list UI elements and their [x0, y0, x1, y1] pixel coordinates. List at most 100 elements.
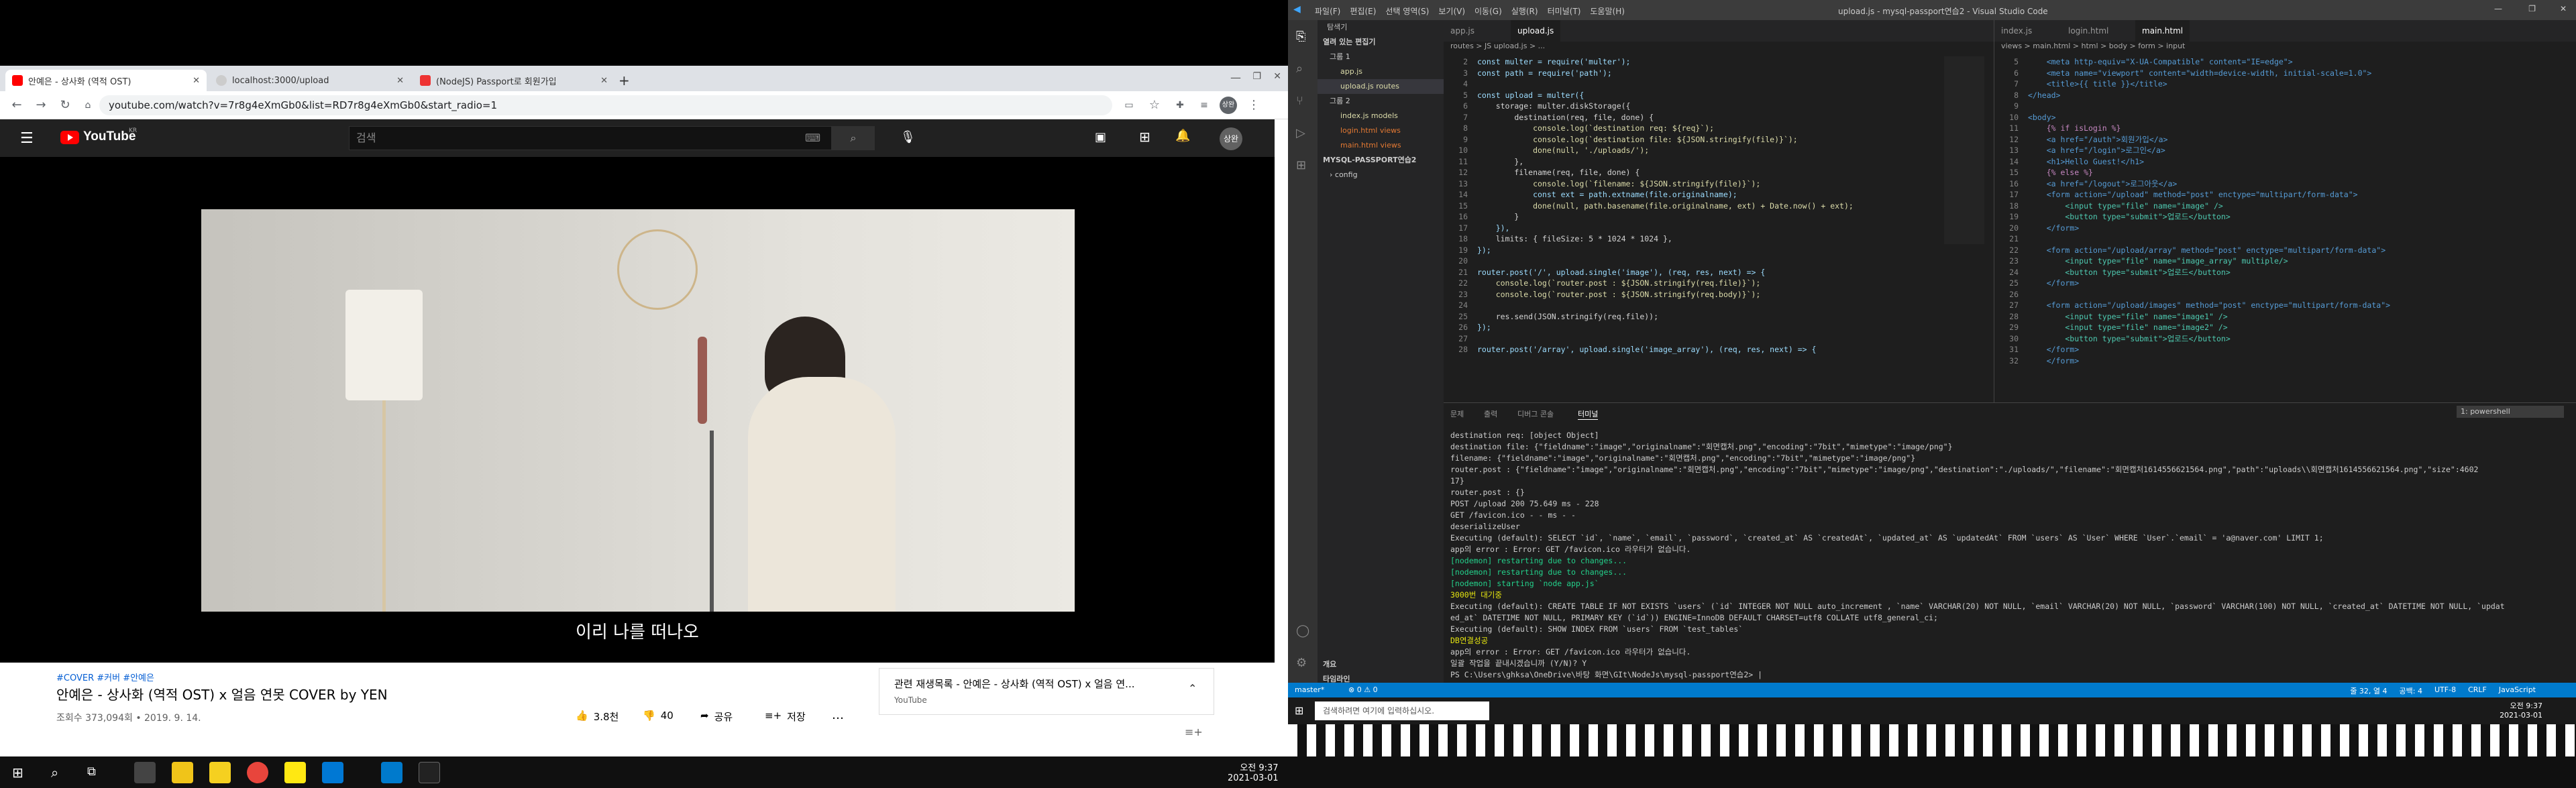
breadcrumb[interactable]: routes > JS upload.js > ... [1444, 42, 1994, 56]
menu-selection[interactable]: 선택 영역(S) [1385, 5, 1429, 17]
gear-icon[interactable]: ⚙ [1296, 656, 1307, 670]
home-icon[interactable]: ⌂ [79, 97, 97, 114]
cursor-position[interactable]: 줄 32, 열 4 [2350, 685, 2387, 696]
open-file[interactable]: index.js models [1318, 109, 1444, 123]
editor-tab[interactable]: index.js [1994, 20, 2039, 42]
close-icon[interactable]: ✕ [600, 76, 608, 86]
menu-view[interactable]: 보기(V) [1438, 5, 1465, 17]
outline-header[interactable]: 개요 [1323, 657, 1336, 672]
code-editor[interactable]: 5 <meta http-equiv="X-UA-Compatible" con… [1994, 56, 2576, 402]
editor-tab[interactable]: app.js [1444, 20, 1481, 42]
forward-icon[interactable]: → [32, 97, 50, 114]
like-button[interactable]: 👍 3.8천 [576, 710, 619, 724]
playlist-add-icon[interactable]: ≡+ [1185, 726, 1203, 738]
run-debug-icon[interactable]: ▷ [1296, 126, 1305, 140]
tab-localhost[interactable]: localhost:3000/upload ✕ [209, 70, 411, 91]
chrome-icon[interactable] [247, 762, 268, 783]
kakaotalk-icon[interactable] [284, 762, 306, 783]
create-video-icon[interactable]: ▣ [1095, 130, 1106, 144]
menu-edit[interactable]: 편집(E) [1350, 5, 1376, 17]
bell-icon[interactable]: 🔔 [1175, 129, 1190, 143]
open-file[interactable]: login.html views [1318, 123, 1444, 138]
menu-dots-icon[interactable]: ⋮ [1245, 97, 1263, 114]
open-file[interactable]: app.js [1318, 64, 1444, 79]
account-icon[interactable]: ◯ [1296, 624, 1309, 638]
save-button[interactable]: ≡+ 저장 [765, 710, 806, 724]
branch-status[interactable]: master* [1295, 685, 1324, 694]
open-editors-header[interactable]: 열려 있는 편집기 [1318, 35, 1444, 50]
project-header[interactable]: MYSQL-PASSPORT연습2 [1318, 153, 1444, 168]
search-button[interactable]: ⌕ [832, 126, 875, 150]
keyboard-icon[interactable]: ⌨ [805, 131, 820, 144]
hamburger-icon[interactable]: ☰ [20, 130, 34, 147]
vscode-icon[interactable] [381, 762, 402, 783]
reading-list-icon[interactable]: ≡ [1195, 97, 1213, 114]
code-editor[interactable]: 2 const multer = require('multer'); 3 const… [1444, 56, 1994, 402]
sticky-notes-icon[interactable] [209, 762, 231, 783]
maximize-icon[interactable]: ❐ [2528, 4, 2536, 13]
terminal-output[interactable]: destination req: [object Object] destinat… [1450, 430, 2569, 691]
maximize-icon[interactable]: ❐ [1252, 71, 1261, 82]
minimap[interactable] [1944, 56, 1984, 244]
chevron-up-icon[interactable]: ⌃ [1188, 682, 1197, 695]
menu-terminal[interactable]: 터미널(T) [1548, 5, 1581, 17]
avatar[interactable]: 상완 [1220, 127, 1242, 150]
mail-icon[interactable] [322, 762, 343, 783]
close-window-icon[interactable]: ✕ [1273, 71, 1281, 82]
star-icon[interactable]: ☆ [1146, 97, 1163, 114]
problems-status[interactable]: ⊗ 0 ⚠ 0 [1348, 685, 1378, 694]
new-tab-button[interactable]: + [619, 70, 639, 91]
close-icon[interactable]: ✕ [396, 76, 404, 86]
terminal-icon[interactable] [419, 762, 440, 783]
tab-youtube[interactable]: 안예은 - 상사화 (역적 OST) ✕ [5, 70, 207, 91]
file-explorer-icon[interactable] [172, 762, 193, 783]
apps-icon[interactable]: ⊞ [1139, 129, 1150, 145]
editor-tab-active[interactable]: upload.js [1511, 20, 1561, 42]
menu-help[interactable]: 도움말(H) [1590, 5, 1625, 17]
search-input[interactable]: 검색 [349, 126, 832, 150]
language-status[interactable]: JavaScript [2499, 685, 2536, 696]
folder-item[interactable]: › config [1318, 168, 1444, 182]
windows-start-icon[interactable]: ⊞ [12, 765, 23, 781]
extensions-icon[interactable]: ✚ [1171, 97, 1189, 114]
indent-status[interactable]: 공백: 4 [2400, 685, 2422, 696]
mic-icon[interactable]: 🎙 [900, 130, 916, 144]
youtube-logo-icon[interactable] [60, 131, 79, 144]
cast-icon[interactable]: ▭ [1120, 97, 1138, 114]
encoding-status[interactable]: UTF-8 [2434, 685, 2456, 696]
clock[interactable]: 오전 9:37 2021-03-01 [1228, 761, 1279, 783]
panel-tab-terminal[interactable]: 터미널 [1578, 408, 1599, 420]
profile-avatar[interactable]: 상완 [1220, 97, 1237, 114]
search-icon[interactable]: ⌕ [51, 765, 58, 781]
tab-passport[interactable]: (NodeJS) Passport로 회원가입 ✕ [413, 70, 614, 91]
reload-icon[interactable]: ↻ [56, 97, 74, 114]
more-icon[interactable]: … [832, 708, 844, 722]
terminal-select[interactable]: 1: powershell [2457, 406, 2564, 418]
menu-run[interactable]: 실행(R) [1511, 5, 1538, 17]
minimize-icon[interactable]: — [2494, 4, 2502, 13]
share-button[interactable]: ➦ 공유 [700, 710, 733, 724]
open-file[interactable]: main.html views [1318, 138, 1444, 153]
menu-file[interactable]: 파일(F) [1315, 5, 1340, 17]
win-search-input[interactable]: 검색하려면 여기에 입력하십시오. [1315, 701, 1489, 720]
editor-tab[interactable]: login.html [2061, 20, 2115, 42]
close-icon[interactable]: ✕ [193, 76, 200, 86]
hashtags[interactable]: #COVER #커버 #안예은 [56, 671, 154, 683]
minimize-icon[interactable]: — [1230, 71, 1241, 84]
dislike-button[interactable]: 👎 40 [643, 710, 674, 722]
panel-tab-problems[interactable]: 문제 [1450, 408, 1464, 419]
app-icon[interactable] [134, 762, 156, 783]
task-view-icon[interactable]: ⧉ [87, 765, 96, 779]
open-file[interactable]: upload.js routes [1318, 79, 1444, 94]
address-bar[interactable]: youtube.com/watch?v=7r8g4eXmGb0&list=RD7… [99, 95, 1112, 115]
files-icon[interactable]: ⎘ [1296, 30, 1305, 44]
video-player[interactable]: 이리 나를 떠나오 [0, 157, 1275, 663]
editor-tab-active[interactable]: main.html [2135, 20, 2190, 42]
source-control-icon[interactable]: ⑂ [1296, 94, 1303, 108]
playlist-panel[interactable]: 관련 재생목록 - 안예은 - 상사화 (역적 OST) x 얼음 연... Y… [879, 668, 1214, 715]
windows-start-icon[interactable]: ⊞ [1295, 704, 1303, 717]
breadcrumb[interactable]: views > main.html > html > body > form >… [1994, 42, 2576, 56]
close-icon[interactable]: ✕ [2560, 4, 2567, 13]
eol-status[interactable]: CRLF [2468, 685, 2487, 696]
menu-go[interactable]: 이동(G) [1474, 5, 1502, 17]
